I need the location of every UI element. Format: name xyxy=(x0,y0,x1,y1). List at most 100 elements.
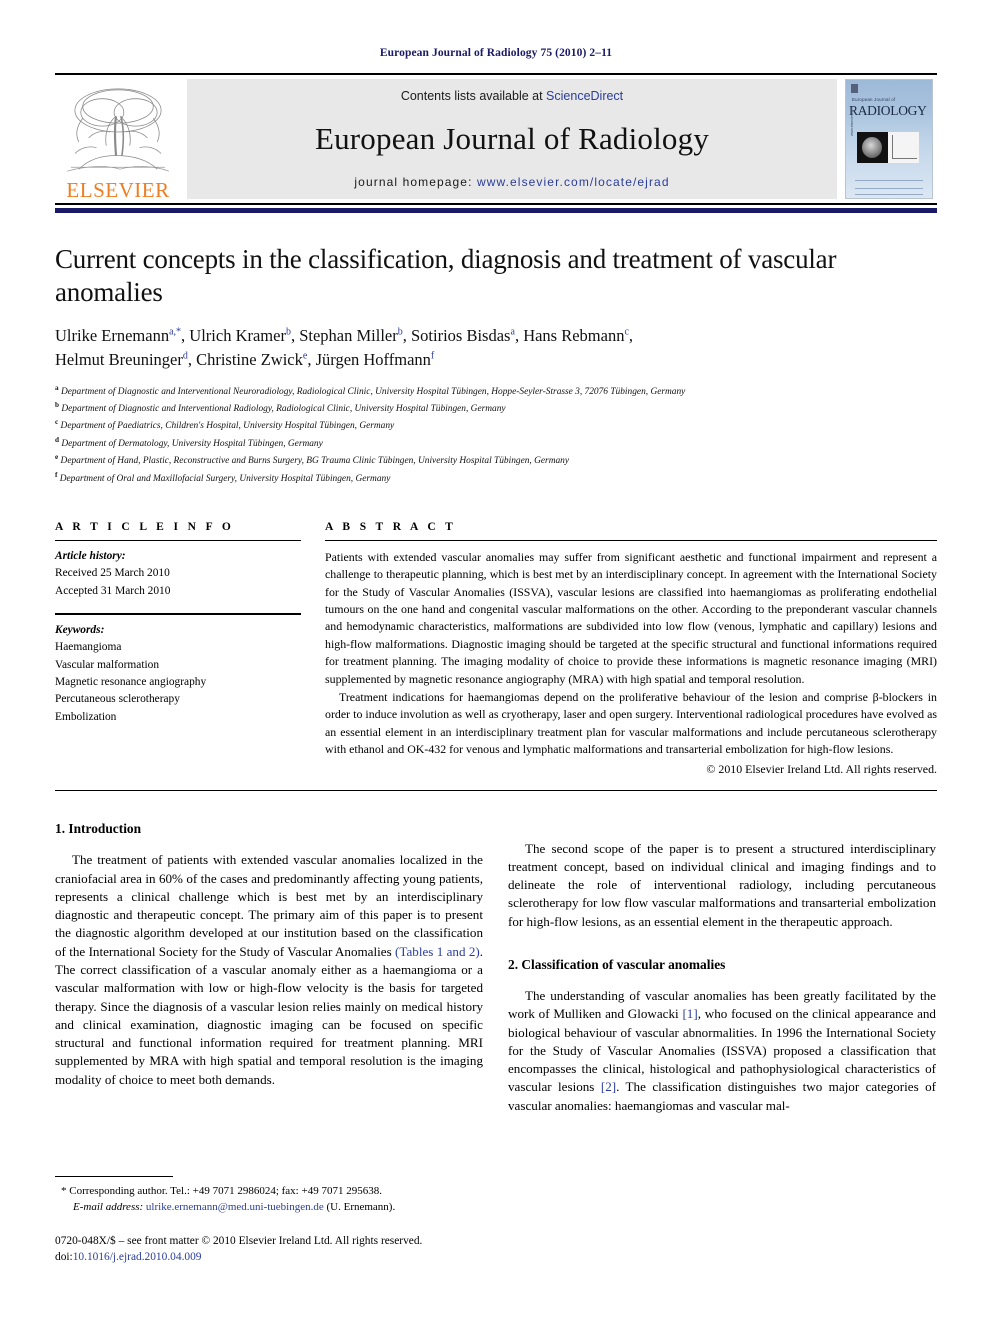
author-item: Christine Zwicke xyxy=(196,350,307,369)
citation-link-1[interactable]: [1] xyxy=(682,1006,697,1021)
abstract-paragraph: Patients with extended vascular anomalie… xyxy=(325,549,937,686)
issn-line: 0720-048X/$ – see front matter © 2010 El… xyxy=(55,1234,423,1247)
journal-banner: Contents lists available at ScienceDirec… xyxy=(187,79,837,199)
keyword-item: Haemangioma xyxy=(55,641,122,654)
affiliation-item: c Department of Paediatrics, Children's … xyxy=(55,417,937,434)
keyword-item: Vascular malformation xyxy=(55,658,160,671)
author-item: Ulrich Kramerb xyxy=(189,326,291,345)
paragraph-text-part: . The correct classification of a vascul… xyxy=(55,943,484,1087)
affiliation-item: f Department of Oral and Maxillofacial S… xyxy=(55,470,937,487)
affiliation-label: f xyxy=(55,470,58,479)
abstract-heading: A B S T R A C T xyxy=(325,520,457,533)
doi-line: doi:10.1016/j.ejrad.2010.04.009 xyxy=(55,1249,483,1265)
author-item: Ulrike Ernemanna,* xyxy=(55,326,181,345)
author-affiliation-marks: a xyxy=(510,326,515,338)
affiliation-text: Department of Diagnostic and Interventio… xyxy=(60,386,686,397)
introduction-paragraph: The treatment of patients with extended … xyxy=(55,851,483,1088)
cover-journal-title: RADIOLOGY xyxy=(849,103,927,118)
running-head: European Journal of Radiology 75 (2010) … xyxy=(379,47,613,59)
keywords-block: Keywords: Haemangioma Vascular malformat… xyxy=(55,622,301,726)
contents-available-line: Contents lists available at ScienceDirec… xyxy=(401,89,623,103)
section-heading-classification: 2. Classification of vascular anomalies xyxy=(508,956,726,972)
affiliation-text: Department of Oral and Maxillofacial Sur… xyxy=(59,473,391,484)
author-name: Jürgen Hoffmann xyxy=(315,349,431,369)
affiliation-label: a xyxy=(55,383,59,392)
abstract-column: A B S T R A C T Patients with extended v… xyxy=(325,521,937,778)
elsevier-tree-icon xyxy=(59,83,177,179)
affiliation-item: a Department of Diagnostic and Intervent… xyxy=(55,383,937,400)
author-name: Hans Rebmann xyxy=(523,325,625,345)
cover-journal-prefix: European Journal of xyxy=(852,97,896,102)
journal-cover-thumbnail: European Journal of RADIOLOGY www.elsevi… xyxy=(845,75,937,203)
doi-link[interactable]: 10.1016/j.ejrad.2010.04.009 xyxy=(73,1251,202,1263)
issn-copyright-block: 0720-048X/$ – see front matter © 2010 El… xyxy=(55,1233,483,1265)
author-affiliation-marks: f xyxy=(430,350,435,362)
author-name: Ulrike Ernemann xyxy=(55,325,170,345)
article-history-received: Received 25 March 2010 xyxy=(55,567,170,580)
article-info-heading: A R T I C L E I N F O xyxy=(55,520,235,533)
email-label: E-mail address: xyxy=(73,1201,144,1214)
affiliation-text: Department of Hand, Plastic, Reconstruct… xyxy=(60,456,570,467)
keywords-label: Keywords: xyxy=(55,623,105,636)
elsevier-wordmark: ELSEVIER xyxy=(66,178,170,202)
contents-prefix: Contents lists available at xyxy=(400,89,547,103)
journal-title: European Journal of Radiology xyxy=(314,121,710,156)
author-affiliation-marks: c xyxy=(624,326,629,338)
article-history-accepted: Accepted 31 March 2010 xyxy=(55,584,171,597)
abstract-divider xyxy=(55,790,937,792)
affiliation-text: Department of Diagnostic and Interventio… xyxy=(61,404,506,415)
journal-article-page: European Journal of Radiology 75 (2010) … xyxy=(0,0,992,1323)
body-column-right: The second scope of the paper is to pres… xyxy=(508,821,936,1114)
corresponding-author-text: Corresponding author. Tel.: +49 7071 298… xyxy=(69,1185,382,1198)
article-history-label: Article history: xyxy=(55,549,126,562)
abstract-body: Patients with extended vascular anomalie… xyxy=(325,549,937,759)
journal-homepage-line: journal homepage: www.elsevier.com/locat… xyxy=(354,175,669,189)
abstract-copyright: © 2010 Elsevier Ireland Ltd. All rights … xyxy=(706,762,937,777)
affiliation-label: d xyxy=(55,435,59,444)
affiliation-item: e Department of Hand, Plastic, Reconstru… xyxy=(55,452,937,469)
cover-logo-block xyxy=(851,84,858,93)
cover-figure-image xyxy=(857,132,919,163)
author-affiliation-marks: b xyxy=(397,326,403,338)
title-block: Current concepts in the classification, … xyxy=(55,243,937,487)
tables-link[interactable]: (Tables 1 and 2) xyxy=(395,944,480,959)
article-history-block: Article history: Received 25 March 2010 … xyxy=(55,548,301,600)
citation-link-2[interactable]: [2] xyxy=(601,1079,616,1094)
corresponding-author-note: * Corresponding author. Tel.: +49 7071 2… xyxy=(55,1183,483,1216)
elsevier-logo: ELSEVIER xyxy=(55,75,181,203)
author-list: Ulrike Ernemanna,*, Ulrich Kramerb, Step… xyxy=(55,325,634,369)
author-name: Ulrich Kramer xyxy=(189,325,286,345)
article-info-column: A R T I C L E I N F O Article history: R… xyxy=(55,521,301,778)
author-item: Hans Rebmannc xyxy=(523,326,629,345)
affiliation-list: a Department of Diagnostic and Intervent… xyxy=(55,383,937,487)
sciencedirect-link[interactable]: ScienceDirect xyxy=(546,89,623,103)
introduction-continuation xyxy=(508,821,936,839)
author-affiliation-marks: e xyxy=(302,350,308,362)
introduction-paragraph-2: The second scope of the paper is to pres… xyxy=(508,840,936,929)
keyword-item: Percutaneous sclerotherapy xyxy=(55,693,180,706)
homepage-prefix: journal homepage: xyxy=(354,175,473,189)
footnote-divider xyxy=(55,1176,173,1178)
author-name: Helmut Breuninger xyxy=(55,349,183,369)
author-name: Sotirios Bisdas xyxy=(411,325,511,345)
cover-side-text: www.elsevier.com xyxy=(850,107,854,136)
affiliation-text: Department of Paediatrics, Children's Ho… xyxy=(60,421,395,432)
author-item: Sotirios Bisdasa xyxy=(411,326,515,345)
journal-homepage-url[interactable]: www.elsevier.com/locate/ejrad xyxy=(477,175,670,189)
author-affiliation-marks: b xyxy=(285,326,291,338)
doi-prefix: doi: xyxy=(55,1250,73,1263)
page-title: Current concepts in the classification, … xyxy=(55,244,837,307)
keyword-item: Embolization xyxy=(55,710,117,723)
email-owner: (U. Ernemann). xyxy=(326,1201,396,1214)
affiliation-label: b xyxy=(55,401,59,410)
body-columns: 1. Introduction The treatment of patient… xyxy=(55,821,937,1114)
affiliation-label: e xyxy=(55,453,59,462)
author-item: Helmut Breuningerd xyxy=(55,350,188,369)
author-affiliation-marks[interactable]: a,* xyxy=(169,326,181,337)
affiliation-text: Department of Dermatology, University Ho… xyxy=(61,438,323,449)
author-name: Stephan Miller xyxy=(299,325,398,345)
author-affiliation-marks: d xyxy=(182,350,188,362)
email-link[interactable]: ulrike.ernemann@med.uni-tuebingen.de xyxy=(146,1201,324,1213)
footnote-area: * Corresponding author. Tel.: +49 7071 2… xyxy=(55,1176,483,1265)
author-name: Christine Zwick xyxy=(196,349,303,369)
